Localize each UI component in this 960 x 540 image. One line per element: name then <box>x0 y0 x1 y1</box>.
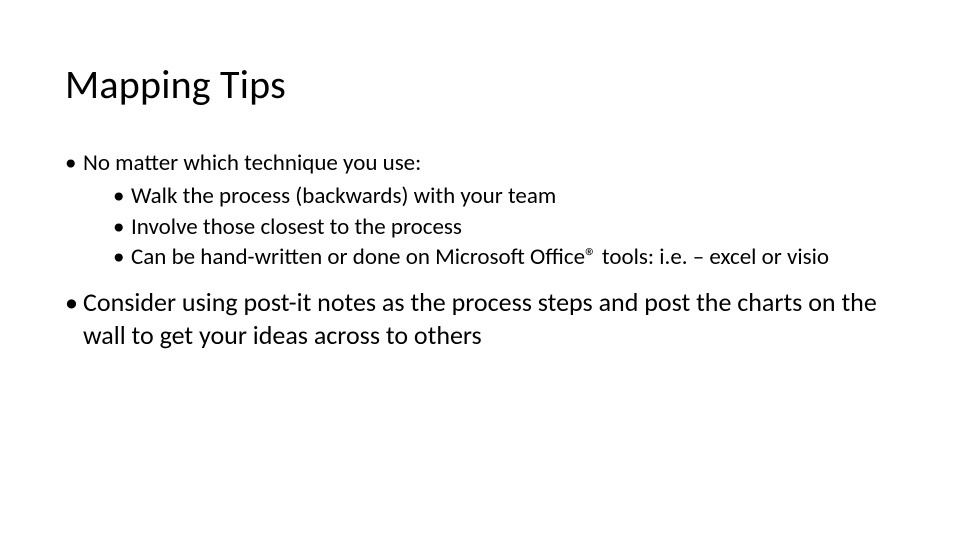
sub-bullet-text-2: Involve those closest to the process <box>131 213 462 241</box>
bullet-item-2: Consider using post-it notes as the proc… <box>65 286 895 351</box>
sub-bullet-item-1: Walk the process (backwards) with your t… <box>113 182 895 211</box>
bullet-item-1: No matter which technique you use: Walk … <box>65 149 895 272</box>
sub-bullet-item-2: Involve those closest to the process <box>113 213 895 242</box>
bullet-list: No matter which technique you use: Walk … <box>65 149 895 351</box>
sub-bullet-text-3: Can be hand-written or done on Microsoft… <box>131 243 829 271</box>
bullet-text-1: No matter which technique you use: <box>83 149 421 177</box>
sub-bullet-text-1: Walk the process (backwards) with your t… <box>131 182 556 210</box>
slide-title: Mapping Tips <box>65 60 895 109</box>
sub-bullet-list: Walk the process (backwards) with your t… <box>83 182 895 272</box>
slide: Mapping Tips No matter which technique y… <box>0 0 960 540</box>
bullet-text-2: Consider using post-it notes as the proc… <box>83 286 877 351</box>
sub-bullet-item-3: Can be hand-written or done on Microsoft… <box>113 243 895 272</box>
slide-content: No matter which technique you use: Walk … <box>65 149 895 351</box>
